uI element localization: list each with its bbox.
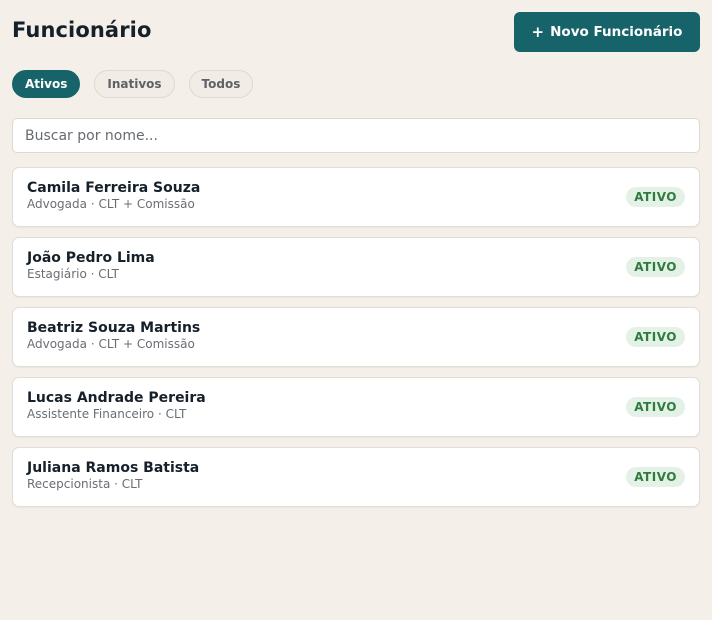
employee-list: Camila Ferreira Souza Advogada · CLT + C… (12, 167, 700, 507)
employee-name: João Pedro Lima (27, 249, 155, 266)
employee-name: Camila Ferreira Souza (27, 179, 201, 196)
status-badge: ATIVO (626, 257, 685, 277)
tab-inativos[interactable]: Inativos (94, 70, 175, 98)
employee-role-contract: Advogada · CLT + Comissão (27, 196, 195, 211)
status-filter-tabs: Ativos Inativos Todos (12, 70, 254, 98)
employee-name: Beatriz Souza Martins (27, 319, 201, 336)
page: Funcionário + Novo Funcionário Ativos In… (0, 0, 712, 620)
employee-name: Lucas Andrade Pereira (27, 389, 206, 406)
new-employee-button[interactable]: + Novo Funcionário (514, 12, 700, 52)
employee-role-contract: Recepcionista · CLT (27, 476, 143, 491)
employee-info: Beatriz Souza Martins Advogada · CLT + C… (27, 320, 200, 351)
status-badge: ATIVO (626, 187, 685, 207)
status-badge: ATIVO (626, 327, 685, 347)
header: Funcionário + Novo Funcionário (12, 0, 700, 64)
employee-card[interactable]: Lucas Andrade Pereira Assistente Finance… (12, 377, 700, 437)
employee-role-contract: Assistente Financeiro · CLT (27, 406, 187, 421)
employee-info: Juliana Ramos Batista Recepcionista · CL… (27, 460, 199, 491)
employee-info: Lucas Andrade Pereira Assistente Finance… (27, 390, 206, 421)
plus-icon: + (531, 22, 545, 41)
employee-info: João Pedro Lima Estagiário · CLT (27, 250, 155, 281)
search-input[interactable] (12, 118, 700, 153)
employee-card[interactable]: Beatriz Souza Martins Advogada · CLT + C… (12, 307, 700, 367)
employee-card[interactable]: Camila Ferreira Souza Advogada · CLT + C… (12, 167, 700, 227)
page-title: Funcionário (12, 18, 152, 42)
tab-todos[interactable]: Todos (188, 70, 254, 98)
employee-info: Camila Ferreira Souza Advogada · CLT + C… (27, 180, 200, 211)
employee-name: Juliana Ramos Batista (27, 459, 200, 476)
tab-ativos[interactable]: Ativos (12, 70, 81, 98)
employee-role-contract: Estagiário · CLT (27, 266, 119, 281)
status-badge: ATIVO (626, 397, 685, 417)
employee-card[interactable]: Juliana Ramos Batista Recepcionista · CL… (12, 447, 700, 507)
new-employee-button-label: Novo Funcionário (550, 24, 683, 40)
employee-card[interactable]: João Pedro Lima Estagiário · CLT ATIVO (12, 237, 700, 297)
status-badge: ATIVO (626, 467, 685, 487)
employee-role-contract: Advogada · CLT + Comissão (27, 336, 195, 351)
